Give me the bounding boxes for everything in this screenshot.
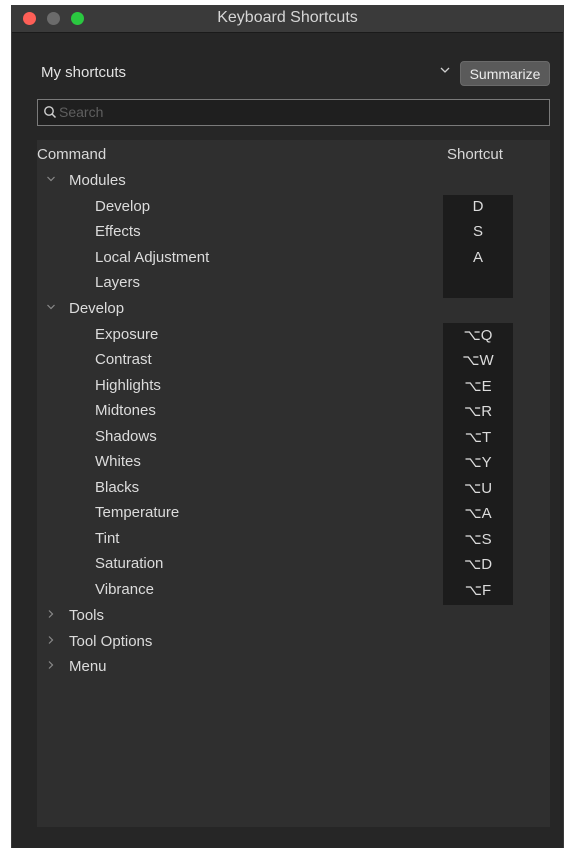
- column-header-shortcut: Shortcut: [447, 146, 503, 163]
- shortcut-key[interactable]: A: [443, 249, 513, 266]
- shortcut-key[interactable]: ⌥R: [443, 402, 513, 420]
- command-label: Layers: [95, 274, 141, 291]
- table-row[interactable]: Contrast ⌥W: [37, 348, 550, 373]
- table-row[interactable]: Develop D: [37, 195, 550, 220]
- summarize-button[interactable]: Summarize: [460, 61, 550, 86]
- shortcut-key[interactable]: ⌥Y: [443, 453, 513, 471]
- group-label: Menu: [69, 658, 107, 675]
- shortcut-set-label: My shortcuts: [41, 64, 127, 81]
- chevron-down-icon[interactable]: [46, 173, 56, 187]
- command-label: Effects: [95, 223, 141, 240]
- group-row-menu[interactable]: Menu: [37, 655, 550, 680]
- chevron-right-icon[interactable]: [46, 659, 56, 673]
- group-label: Tool Options: [69, 633, 153, 650]
- command-label: Saturation: [95, 555, 164, 572]
- shortcut-key[interactable]: D: [443, 198, 513, 215]
- table-row[interactable]: Local Adjustment A: [37, 246, 550, 271]
- group-label: Modules: [69, 172, 126, 189]
- column-header-command: Command: [37, 146, 107, 163]
- command-label: Exposure: [95, 326, 159, 343]
- chevron-down-icon[interactable]: [439, 64, 451, 79]
- shortcut-key[interactable]: ⌥S: [443, 530, 513, 548]
- shortcut-key[interactable]: ⌥W: [443, 351, 513, 369]
- table-row[interactable]: Vibrance ⌥F: [37, 578, 550, 603]
- group-row-tool-options[interactable]: Tool Options: [37, 630, 550, 655]
- table-row[interactable]: Exposure ⌥Q: [37, 323, 550, 348]
- command-label: Temperature: [95, 504, 180, 521]
- search-icon: [43, 105, 57, 119]
- command-label: Whites: [95, 453, 141, 470]
- shortcut-key[interactable]: S: [443, 223, 513, 240]
- keyboard-shortcuts-window: Keyboard Shortcuts My shortcuts Summariz…: [11, 5, 564, 848]
- group-row-tools[interactable]: Tools: [37, 604, 550, 629]
- shortcut-key[interactable]: ⌥D: [443, 555, 513, 573]
- command-label: Tint: [95, 530, 120, 547]
- command-label: Blacks: [95, 479, 140, 496]
- shortcut-key[interactable]: ⌥T: [443, 428, 513, 446]
- group-row-develop[interactable]: Develop: [37, 297, 550, 322]
- shortcut-key[interactable]: ⌥E: [443, 377, 513, 395]
- table-row[interactable]: Tint ⌥S: [37, 527, 550, 552]
- shortcut-key[interactable]: ⌥U: [443, 479, 513, 497]
- table-row[interactable]: Highlights ⌥E: [37, 374, 550, 399]
- shortcut-key[interactable]: ⌥F: [443, 581, 513, 599]
- table-row[interactable]: Effects S: [37, 220, 550, 245]
- title-bar: Keyboard Shortcuts: [12, 5, 563, 33]
- group-label: Develop: [69, 300, 125, 317]
- command-label: Contrast: [95, 351, 152, 368]
- command-label: Highlights: [95, 377, 161, 394]
- table-row[interactable]: Shadows ⌥T: [37, 425, 550, 450]
- chevron-right-icon[interactable]: [46, 608, 56, 622]
- command-label: Local Adjustment: [95, 249, 210, 266]
- table-row[interactable]: Temperature ⌥A: [37, 501, 550, 526]
- shortcuts-table: Command Shortcut Modules Develop D Effec…: [37, 140, 550, 827]
- table-row[interactable]: Saturation ⌥D: [37, 552, 550, 577]
- table-row[interactable]: Layers: [37, 271, 550, 296]
- shortcut-set-selector[interactable]: My shortcuts Summarize: [41, 61, 550, 87]
- table-row[interactable]: Midtones ⌥R: [37, 399, 550, 424]
- shortcut-key[interactable]: ⌥A: [443, 504, 513, 522]
- chevron-right-icon[interactable]: [46, 634, 56, 648]
- shortcut-key[interactable]: ⌥Q: [443, 326, 513, 344]
- chevron-down-icon[interactable]: [46, 301, 56, 315]
- search-field[interactable]: Search: [37, 99, 550, 126]
- group-row-modules[interactable]: Modules: [37, 169, 550, 194]
- group-label: Tools: [69, 607, 105, 624]
- table-row[interactable]: Whites ⌥Y: [37, 450, 550, 475]
- command-label: Develop: [95, 198, 151, 215]
- command-label: Midtones: [95, 402, 156, 419]
- command-label: Shadows: [95, 428, 157, 445]
- command-label: Vibrance: [95, 581, 154, 598]
- window-title: Keyboard Shortcuts: [217, 9, 358, 26]
- search-placeholder: Search: [59, 104, 104, 120]
- table-row[interactable]: Blacks ⌥U: [37, 476, 550, 501]
